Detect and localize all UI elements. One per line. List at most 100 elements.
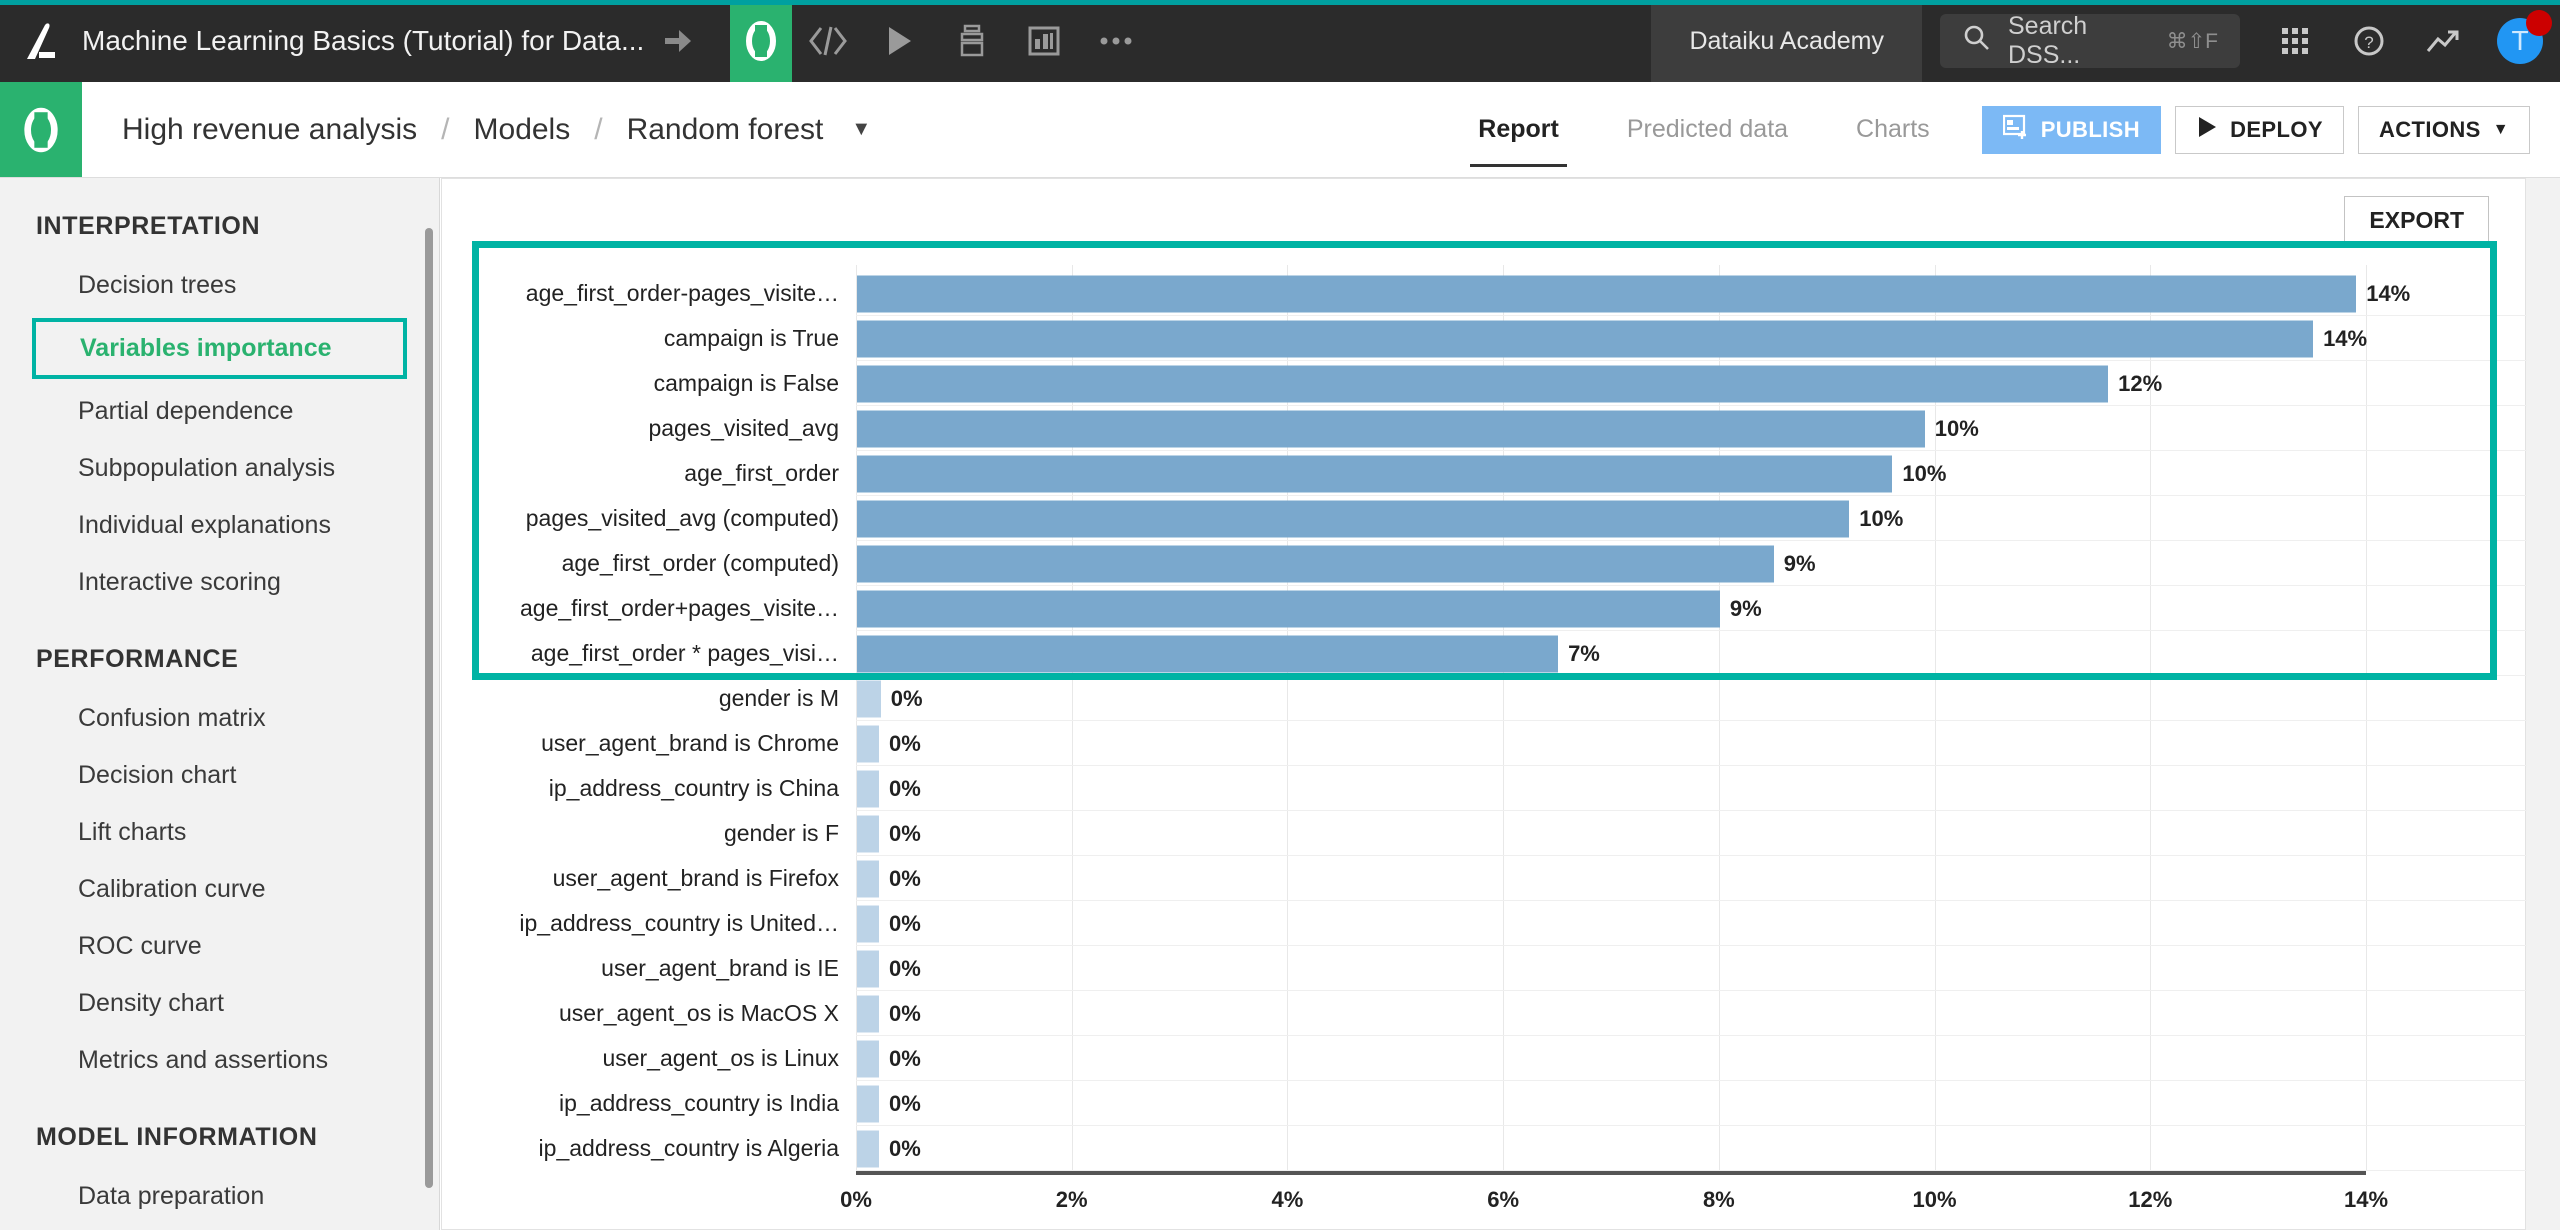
sidebar-item-decision-chart[interactable]: Decision chart: [0, 747, 439, 804]
sidebar-item-lift-charts[interactable]: Lift charts: [0, 804, 439, 861]
sidebar-item-individual-explanations[interactable]: Individual explanations: [0, 497, 439, 554]
notification-badge[interactable]: [2526, 10, 2552, 36]
chart-bar[interactable]: [857, 770, 879, 807]
breadcrumb-item-project[interactable]: High revenue analysis: [118, 113, 421, 147]
chart-bar-row[interactable]: age_first_order+pages_visite… 9%: [442, 586, 2527, 631]
academy-link[interactable]: Dataiku Academy: [1651, 0, 1922, 82]
report-tabs: Report Predicted data Charts: [1444, 82, 1963, 177]
sidebar-item-decision-trees[interactable]: Decision trees: [0, 257, 439, 314]
chevron-down-icon[interactable]: ▼: [851, 118, 871, 141]
trend-arrow-icon[interactable]: [2406, 0, 2480, 82]
chart-category-label: ip_address_country is China: [548, 775, 839, 801]
code-brackets-icon[interactable]: [792, 0, 864, 82]
chart-bar-row[interactable]: ip_address_country is India 0%: [442, 1081, 2527, 1126]
breadcrumb-separator: /: [441, 112, 450, 146]
chart-bar-track: 0%: [857, 721, 2527, 766]
chart-category-label: ip_address_country is United…: [519, 910, 839, 936]
chart-bar-row[interactable]: user_agent_brand is Chrome 0%: [442, 721, 2527, 766]
chart-bar-row[interactable]: user_agent_brand is IE 0%: [442, 946, 2527, 991]
dataiku-flame-icon[interactable]: [0, 0, 82, 82]
chart-bar[interactable]: [857, 590, 1720, 627]
flow-branch-icon[interactable]: [644, 0, 716, 82]
chart-bar-track: 0%: [857, 766, 2527, 811]
chart-bar-row[interactable]: campaign is False 12%: [442, 361, 2527, 406]
chart-bar[interactable]: [857, 950, 879, 987]
apps-grid-icon[interactable]: [2258, 0, 2332, 82]
play-triangle-icon[interactable]: [864, 0, 936, 82]
sidebar-item-subpopulation-analysis[interactable]: Subpopulation analysis: [0, 440, 439, 497]
chart-bar-row[interactable]: age_first_order-pages_visite… 14%: [442, 271, 2527, 316]
chart-bar[interactable]: [857, 545, 1774, 582]
chart-bar-value-label: 9%: [1729, 595, 1762, 621]
chart-bar[interactable]: [857, 635, 1559, 672]
dataiku-project-icon[interactable]: [0, 82, 82, 177]
chart-bar-track: 14%: [857, 271, 2527, 316]
chart-bar[interactable]: [857, 995, 879, 1032]
chart-bar[interactable]: [857, 500, 1850, 537]
search-input[interactable]: Search DSS... ⌘⇧F: [1940, 12, 2240, 69]
sidebar-item-confusion-matrix[interactable]: Confusion matrix: [0, 690, 439, 747]
chart-bar[interactable]: [857, 815, 879, 852]
chart-bar-row[interactable]: ip_address_country is United… 0%: [442, 901, 2527, 946]
sidebar-item-partial-dependence[interactable]: Partial dependence: [0, 383, 439, 440]
chart-bar[interactable]: [857, 410, 1925, 447]
chart-bar[interactable]: [857, 905, 879, 942]
breadcrumb-item-model[interactable]: Random forest: [623, 113, 828, 147]
chart-bar-row[interactable]: gender is F 0%: [442, 811, 2527, 856]
chart-bar-row[interactable]: age_first_order * pages_visi… 7%: [442, 631, 2527, 676]
actions-button[interactable]: ACTIONS ▼: [2357, 105, 2530, 154]
sidebar-item-density-chart[interactable]: Density chart: [0, 975, 439, 1032]
chart-category-label: user_agent_brand is IE: [601, 955, 839, 981]
project-title[interactable]: Machine Learning Basics (Tutorial) for D…: [82, 0, 644, 82]
dashboard-panel-icon[interactable]: [1008, 0, 1080, 82]
dataiku-lab-icon[interactable]: [730, 0, 793, 82]
chart-bar-row[interactable]: ip_address_country is Algeria 0%: [442, 1126, 2527, 1171]
export-button[interactable]: EXPORT: [2344, 196, 2489, 244]
help-circle-icon[interactable]: ?: [2332, 0, 2406, 82]
chart-bar-row[interactable]: user_agent_os is Linux 0%: [442, 1036, 2527, 1081]
avatar[interactable]: T: [2480, 0, 2560, 82]
breadcrumb-item-models[interactable]: Models: [470, 113, 575, 147]
chart-bar-value-label: 9%: [1783, 550, 1816, 576]
chart-bar-value-label: 0%: [889, 910, 921, 936]
sidebar-item-interactive-scoring[interactable]: Interactive scoring: [0, 554, 439, 611]
deploy-button[interactable]: DEPLOY: [2175, 105, 2344, 154]
jobs-stack-icon[interactable]: [936, 0, 1008, 82]
sidebar-item-data-preparation[interactable]: Data preparation: [0, 1168, 439, 1225]
sidebar-item-variables-importance[interactable]: Variables importance: [32, 318, 407, 379]
tab-report[interactable]: Report: [1444, 82, 1593, 177]
chart-bar[interactable]: [857, 860, 879, 897]
chart-bar[interactable]: [857, 725, 879, 762]
chart-bar-row[interactable]: pages_visited_avg 10%: [442, 406, 2527, 451]
tab-predicted-data[interactable]: Predicted data: [1593, 82, 1822, 177]
tab-charts[interactable]: Charts: [1822, 82, 1964, 177]
chart-bar-row[interactable]: user_agent_os is MacOS X 0%: [442, 991, 2527, 1036]
chart-bar-row[interactable]: campaign is True 14%: [442, 316, 2527, 361]
chart-bar[interactable]: [857, 1040, 879, 1077]
publish-button[interactable]: PUBLISH: [1981, 105, 2162, 154]
sidebar-item-roc-curve[interactable]: ROC curve: [0, 918, 439, 975]
chart-bar-row[interactable]: user_agent_brand is Firefox 0%: [442, 856, 2527, 901]
chart-bar[interactable]: [857, 1085, 879, 1122]
chart-bar-row[interactable]: pages_visited_avg (computed) 10%: [442, 496, 2527, 541]
report-sidebar[interactable]: INTERPRETATION Decision trees Variables im…: [0, 178, 440, 1230]
chart-bar-track: 10%: [857, 496, 2527, 541]
chart-category-label: user_agent_os is Linux: [602, 1045, 839, 1071]
top-accent-line: [0, 0, 2560, 5]
chart-bar-row[interactable]: ip_address_country is China 0%: [442, 766, 2527, 811]
chart-bar[interactable]: [857, 680, 881, 717]
sidebar-scrollbar[interactable]: [425, 228, 433, 1188]
chart-bar[interactable]: [857, 365, 2109, 402]
chart-bar[interactable]: [857, 455, 1893, 492]
chart-bar[interactable]: [857, 320, 2314, 357]
ellipsis-icon[interactable]: [1080, 0, 1152, 82]
chart-bar[interactable]: [857, 275, 2357, 312]
chart-category-label: ip_address_country is India: [559, 1090, 839, 1116]
chart-bar-row[interactable]: age_first_order (computed) 9%: [442, 541, 2527, 586]
chart-category-label: age_first_order (computed): [561, 550, 839, 576]
chart-bar-row[interactable]: gender is M 0%: [442, 676, 2527, 721]
chart-bar-row[interactable]: age_first_order 10%: [442, 451, 2527, 496]
sidebar-item-calibration-curve[interactable]: Calibration curve: [0, 861, 439, 918]
chart-bar[interactable]: [857, 1130, 879, 1167]
sidebar-item-metrics-and-assertions[interactable]: Metrics and assertions: [0, 1032, 439, 1089]
